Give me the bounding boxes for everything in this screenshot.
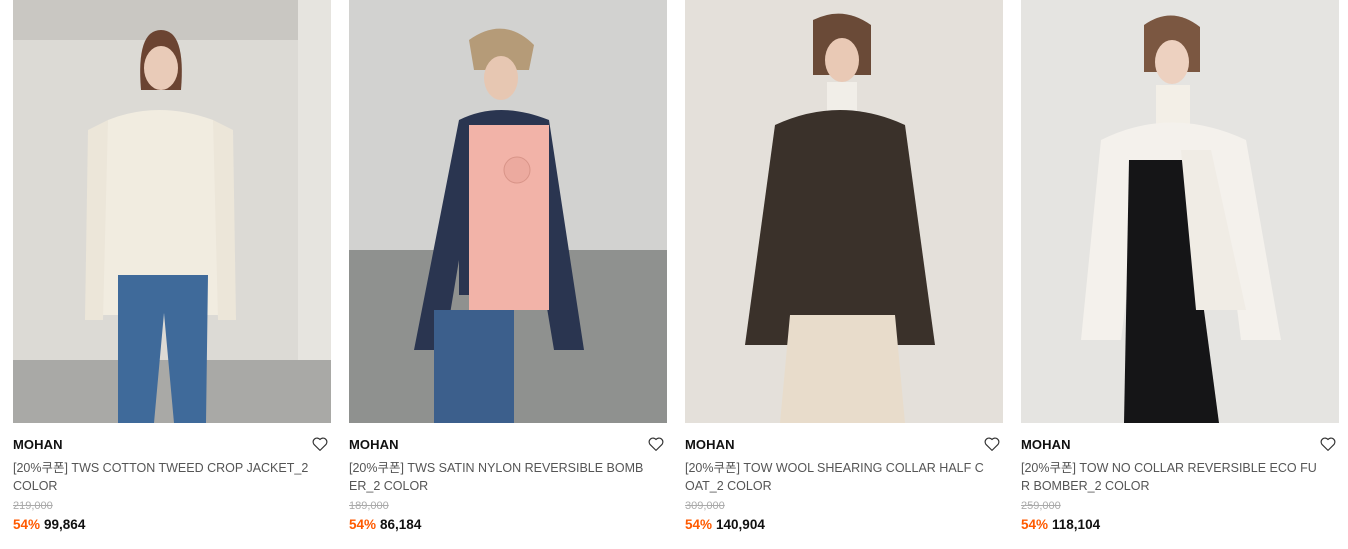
product-grid: MOHAN [20%쿠폰] TWS COTTON TWEED CROP JACK… [13, 0, 1339, 533]
sale-price: 99,864 [44, 517, 86, 532]
product-image[interactable] [1021, 0, 1339, 423]
heart-outline-icon[interactable] [647, 435, 665, 453]
product-image[interactable] [13, 0, 331, 423]
brand-name[interactable]: MOHAN [13, 436, 331, 454]
heart-outline-icon[interactable] [311, 435, 329, 453]
brand-name[interactable]: MOHAN [1021, 436, 1339, 454]
brand-name[interactable]: MOHAN [349, 436, 667, 454]
sale-price: 140,904 [716, 517, 765, 532]
product-name[interactable]: [20%쿠폰] TWS COTTON TWEED CROP JACKET_2 C… [13, 459, 313, 495]
product-card[interactable]: MOHAN [20%쿠폰] TWS SATIN NYLON REVERSIBLE… [349, 0, 667, 533]
heart-outline-icon[interactable] [983, 435, 1001, 453]
discount-rate: 54% [349, 517, 377, 532]
original-price: 189,000 [349, 500, 389, 512]
product-card[interactable]: MOHAN [20%쿠폰] TOW NO COLLAR REVERSIBLE E… [1021, 0, 1339, 533]
discount-rate: 54% [13, 517, 41, 532]
price-row: 54% 86,184 [349, 517, 667, 533]
product-image[interactable] [349, 0, 667, 423]
heart-outline-icon[interactable] [1319, 435, 1337, 453]
discount-rate: 54% [685, 517, 713, 532]
product-image[interactable] [685, 0, 1003, 423]
product-name[interactable]: [20%쿠폰] TWS SATIN NYLON REVERSIBLE BOMBE… [349, 459, 649, 495]
sale-price: 118,104 [1052, 517, 1101, 532]
product-card[interactable]: MOHAN [20%쿠폰] TOW WOOL SHEARING COLLAR H… [685, 0, 1003, 533]
brand-name[interactable]: MOHAN [685, 436, 1003, 454]
product-name[interactable]: [20%쿠폰] TOW WOOL SHEARING COLLAR HALF CO… [685, 459, 985, 495]
original-price: 219,000 [13, 500, 53, 512]
sale-price: 86,184 [380, 517, 422, 532]
discount-rate: 54% [1021, 517, 1049, 532]
original-price: 259,000 [1021, 500, 1061, 512]
product-card[interactable]: MOHAN [20%쿠폰] TWS COTTON TWEED CROP JACK… [13, 0, 331, 533]
price-row: 54% 118,104 [1021, 517, 1339, 533]
price-row: 54% 99,864 [13, 517, 331, 533]
original-price: 309,000 [685, 500, 725, 512]
product-name[interactable]: [20%쿠폰] TOW NO COLLAR REVERSIBLE ECO FUR… [1021, 459, 1321, 495]
price-row: 54% 140,904 [685, 517, 1003, 533]
